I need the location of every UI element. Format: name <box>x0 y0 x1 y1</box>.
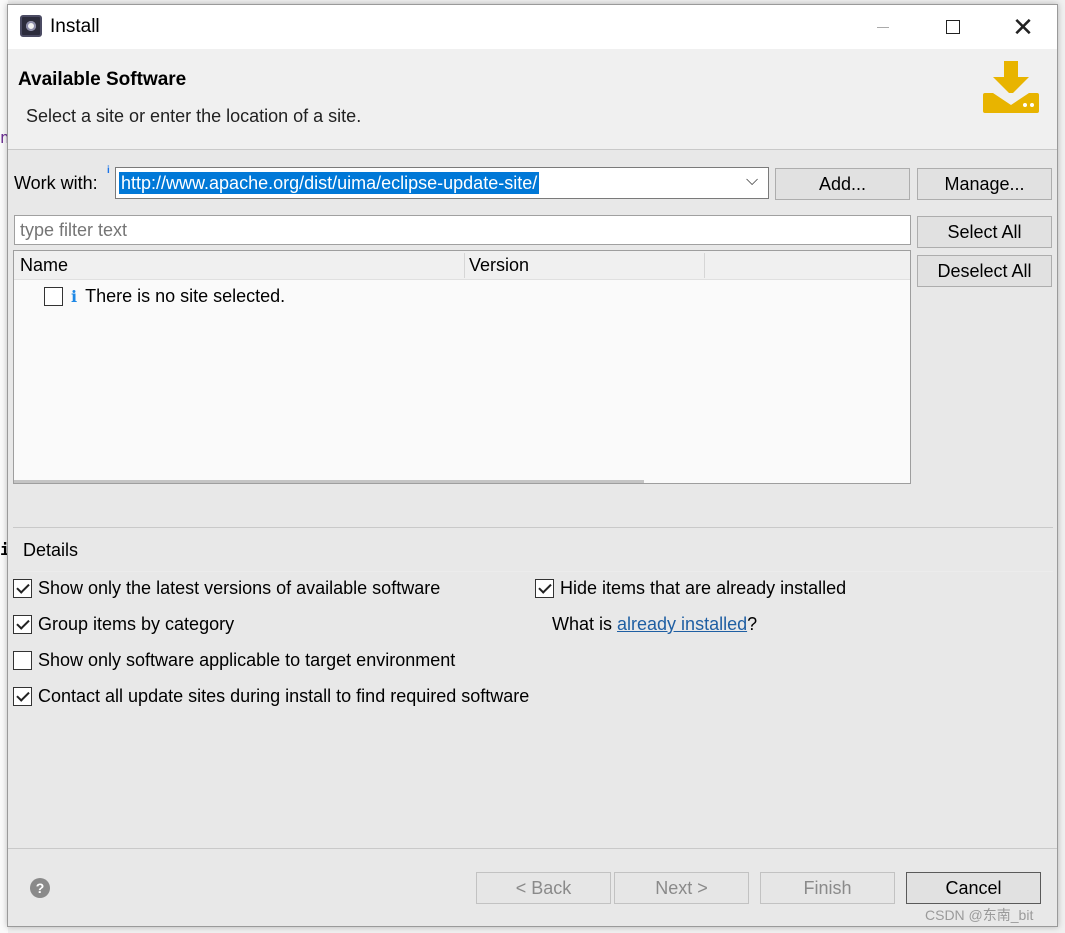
finish-button[interactable]: Finish <box>760 872 895 904</box>
column-divider[interactable] <box>464 253 465 278</box>
manage-sites-label: Manage... <box>944 173 1025 194</box>
cancel-button[interactable]: Cancel <box>906 872 1041 904</box>
select-all-label: Select All <box>947 221 1022 242</box>
hide-installed-checkbox[interactable] <box>535 578 554 598</box>
tree-row[interactable]: i There is no site selected. <box>44 284 285 308</box>
help-icon[interactable]: ? <box>30 878 50 898</box>
filter-input[interactable] <box>14 215 911 245</box>
details-divider <box>13 571 1053 572</box>
group-by-category-label: Group items by category <box>38 613 235 634</box>
show-latest-label: Show only the latest versions of availab… <box>38 577 441 598</box>
row-label: There is no site selected. <box>85 285 286 306</box>
manage-sites-button[interactable]: Manage... <box>917 168 1052 200</box>
work-with-label: Work with: <box>14 173 98 193</box>
contact-sites-checkbox[interactable] <box>13 686 32 706</box>
info-decoration-icon: i <box>107 165 110 176</box>
back-button[interactable]: < Back <box>476 872 611 904</box>
next-label: Next > <box>655 877 708 898</box>
minimize-icon <box>877 26 889 28</box>
deselect-all-button[interactable]: Deselect All <box>917 255 1052 287</box>
hide-installed-option[interactable]: Hide items that are already installed <box>535 576 846 600</box>
what-installed-text: What is already installed? <box>552 612 757 636</box>
software-tree[interactable]: Name Version i There is no site selected… <box>13 250 911 484</box>
watermark: CSDN @东南_bit <box>925 907 1034 923</box>
add-site-button[interactable]: Add... <box>775 168 910 200</box>
page-description: Select a site or enter the location of a… <box>26 106 362 126</box>
horizontal-scrollbar[interactable] <box>14 480 644 483</box>
add-site-label: Add... <box>818 173 867 194</box>
work-with-value[interactable]: http://www.apache.org/dist/uima/eclipse-… <box>119 172 540 194</box>
work-with-combo[interactable]: http://www.apache.org/dist/uima/eclipse-… <box>115 167 769 199</box>
target-environment-label: Show only software applicable to target … <box>38 649 456 670</box>
next-button[interactable]: Next > <box>614 872 749 904</box>
minimize-button[interactable] <box>848 5 918 49</box>
finish-label: Finish <box>803 877 852 898</box>
column-header-version[interactable]: Version <box>469 255 529 276</box>
back-label: < Back <box>515 877 572 898</box>
what-installed-suffix: ? <box>747 614 758 634</box>
footer-separator <box>8 848 1057 849</box>
title-bar[interactable]: Install ✕ <box>8 5 1057 49</box>
close-icon: ✕ <box>1012 11 1034 42</box>
select-all-button[interactable]: Select All <box>917 216 1052 248</box>
deselect-all-label: Deselect All <box>937 260 1032 281</box>
window-title: Install <box>50 16 100 37</box>
show-latest-option[interactable]: Show only the latest versions of availab… <box>13 576 440 600</box>
wizard-header: Available Software Select a site or ente… <box>8 49 1057 149</box>
row-checkbox[interactable] <box>44 286 63 306</box>
close-button[interactable]: ✕ <box>988 5 1058 49</box>
what-installed-prefix: What is <box>552 614 618 634</box>
eclipse-icon <box>20 15 42 37</box>
details-label: Details <box>23 540 79 560</box>
column-divider[interactable] <box>704 253 705 278</box>
column-header-name[interactable]: Name <box>20 255 68 276</box>
target-environment-option[interactable]: Show only software applicable to target … <box>13 648 455 672</box>
tree-header: Name Version <box>14 251 910 280</box>
already-installed-link[interactable]: already installed <box>617 614 747 634</box>
show-latest-checkbox[interactable] <box>13 578 32 598</box>
hide-installed-label: Hide items that are already installed <box>560 577 847 598</box>
maximize-icon <box>946 20 960 34</box>
contact-sites-option[interactable]: Contact all update sites during install … <box>13 684 529 708</box>
header-separator <box>8 149 1057 150</box>
cancel-label: Cancel <box>945 877 1002 898</box>
info-icon: i <box>71 286 78 306</box>
chevron-down-icon[interactable]: ⌵ <box>746 172 758 190</box>
group-by-category-option[interactable]: Group items by category <box>13 612 234 636</box>
group-by-category-checkbox[interactable] <box>13 614 32 634</box>
page-title: Available Software <box>18 69 187 90</box>
maximize-button[interactable] <box>918 5 988 49</box>
contact-sites-label: Contact all update sites during install … <box>38 685 530 706</box>
details-separator <box>13 527 1053 528</box>
target-environment-checkbox[interactable] <box>13 650 32 670</box>
download-install-icon <box>983 61 1039 113</box>
install-dialog: Install ✕ Available Software Select a si… <box>7 4 1058 927</box>
